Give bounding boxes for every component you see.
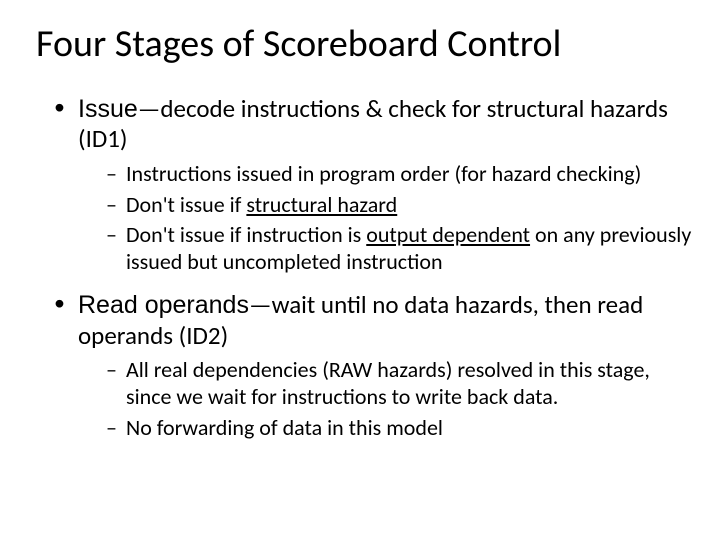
page-title: Four Stages of Scoreboard Control xyxy=(36,24,684,66)
list-item: Don't issue if structural hazard xyxy=(106,192,692,219)
sub-list: Instructions issued in program order (fo… xyxy=(106,161,692,276)
text: Instructions issued in program order (fo… xyxy=(126,160,641,187)
list-item: All real dependencies (RAW hazards) reso… xyxy=(106,357,692,411)
text: Don't issue if xyxy=(126,191,246,218)
list-item: Instructions issued in program order (fo… xyxy=(106,161,692,188)
slide: Four Stages of Scoreboard Control Issue—… xyxy=(0,0,720,540)
list-item: Don't issue if instruction is output dep… xyxy=(106,222,692,276)
sub-list: All real dependencies (RAW hazards) reso… xyxy=(106,357,692,441)
underlined-text: structural hazard xyxy=(246,191,397,218)
stage-name: Issue xyxy=(78,95,138,123)
list-item: No forwarding of data in this model xyxy=(106,415,692,442)
text: Don't issue if instruction is xyxy=(126,221,366,248)
stage-desc: —decode instructions & check for structu… xyxy=(78,93,668,155)
list-item: Issue—decode instructions & check for st… xyxy=(54,94,692,276)
list-item: Read operands—wait until no data hazards… xyxy=(54,290,692,441)
text: All real dependencies (RAW hazards) reso… xyxy=(126,356,650,410)
bullet-list: Issue—decode instructions & check for st… xyxy=(54,94,692,442)
underlined-text: output dependent xyxy=(366,221,530,248)
stage-name: Read operands xyxy=(78,291,249,319)
text: No forwarding of data in this model xyxy=(126,414,443,441)
